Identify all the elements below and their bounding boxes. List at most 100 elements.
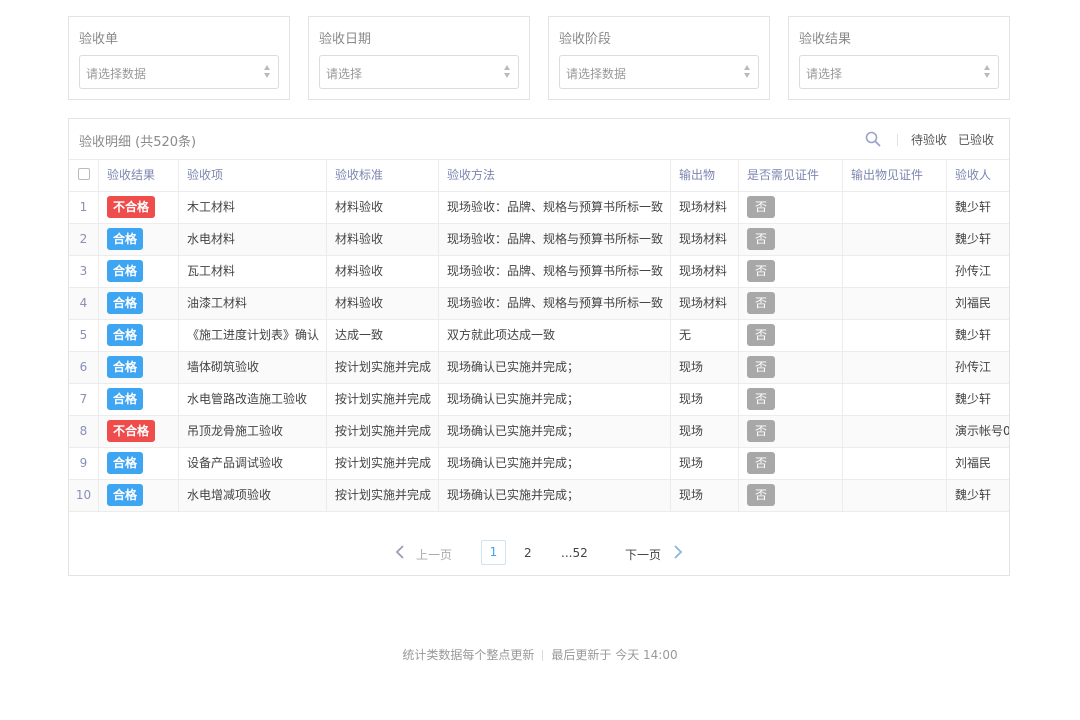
column-header-inspector[interactable]: 验收人 (947, 160, 1009, 192)
item-cell: 油漆工材料 (179, 288, 327, 320)
needs-cert-badge: 否 (747, 355, 775, 378)
needs-cert-badge: 否 (747, 291, 775, 314)
filter-label: 验收阶段 (559, 32, 612, 47)
output-cert-cell (843, 224, 947, 256)
method-cell: 现场验收：品牌、规格与预算书所标一致 (439, 288, 671, 320)
item-cell: 吊顶龙骨施工验收 (179, 416, 327, 448)
method-cell: 现场确认已实施并完成； (439, 448, 671, 480)
inspector-cell: 魏少轩 (947, 320, 1009, 352)
table-row[interactable]: 7 合格 水电管路改造施工验收 按计划实施并完成 现场确认已实施并完成； 现场否 魏少轩 (69, 384, 1009, 416)
chevron-left-icon[interactable] (395, 545, 405, 559)
standard-cell: 材料验收 (327, 192, 439, 224)
output-cell: 现场 (671, 480, 739, 512)
next-page-button[interactable]: 下一页 (625, 546, 661, 563)
inspector-cell: 魏少轩 (947, 480, 1009, 512)
inspector-cell: 魏少轩 (947, 192, 1009, 224)
needs-cert-cell: 否 (739, 384, 843, 416)
item-cell: 水电管路改造施工验收 (179, 384, 327, 416)
filter-acceptance-date: 验收日期 请选择 (308, 16, 530, 100)
header-select-cell (69, 160, 99, 192)
output-cell: 现场 (671, 352, 739, 384)
filter-acceptance-order: 验收单 请选择数据 (68, 16, 290, 100)
status-badge: 不合格 (107, 195, 156, 218)
acceptance-result-select[interactable]: 请选择 (799, 55, 999, 89)
table-row[interactable]: 6 合格 墙体砌筑验收 按计划实施并完成 现场确认已实施并完成； 现场否 孙传江 (69, 352, 1009, 384)
status-badge: 合格 (107, 227, 144, 250)
inspector-cell: 刘福民 (947, 288, 1009, 320)
search-icon[interactable] (865, 131, 881, 147)
footer-note: 统计类数据每个整点更新 (402, 648, 535, 662)
updown-arrows-icon (744, 64, 752, 80)
column-header-output-cert[interactable]: 输出物见证件 (843, 160, 947, 192)
method-cell: 现场确认已实施并完成； (439, 480, 671, 512)
pagination: 上一页 1 2 ...52 下一页 (69, 531, 1009, 575)
prev-page-button[interactable]: 上一页 (416, 546, 452, 563)
needs-cert-badge: 否 (747, 483, 775, 506)
table-row[interactable]: 5 合格 《施工进度计划表》确认 达成一致 双方就此项达成一致无否 魏少轩 (69, 320, 1009, 352)
column-header-output[interactable]: 输出物 (671, 160, 739, 192)
column-header-needs-cert[interactable]: 是否需见证件 (739, 160, 843, 192)
column-header-method[interactable]: 验收方法 (439, 160, 671, 192)
page-2-button[interactable]: 2 (524, 546, 532, 560)
row-index: 3 (69, 256, 99, 288)
chevron-right-icon[interactable] (673, 545, 683, 559)
output-cell: 现场材料 (671, 256, 739, 288)
table-row[interactable]: 8 不合格 吊顶龙骨施工验收 按计划实施并完成 现场确认已实施并完成； 现场否 演示帐号0 (69, 416, 1009, 448)
method-cell: 现场确认已实施并完成； (439, 352, 671, 384)
filter-acceptance-stage: 验收阶段 请选择数据 (548, 16, 770, 100)
needs-cert-cell: 否 (739, 192, 843, 224)
item-cell: 瓦工材料 (179, 256, 327, 288)
table-row[interactable]: 4 合格 油漆工材料 材料验收 现场验收：品牌、规格与预算书所标一致 现场材料否 刘福民 (69, 288, 1009, 320)
output-cert-cell (843, 384, 947, 416)
panel-header: 验收明细 (共520条) 待验收 已验收 (69, 119, 1009, 160)
output-cell: 现场材料 (671, 288, 739, 320)
filter-label: 验收单 (79, 32, 119, 47)
acceptance-stage-select[interactable]: 请选择数据 (559, 55, 759, 89)
item-cell: 木工材料 (179, 192, 327, 224)
needs-cert-cell: 否 (739, 256, 843, 288)
status-badge: 合格 (107, 483, 144, 506)
needs-cert-badge: 否 (747, 227, 775, 250)
table-row[interactable]: 9 合格 设备产品调试验收 按计划实施并完成 现场确认已实施并完成； 现场否 刘福民 (69, 448, 1009, 480)
panel-title: 验收明细 (共520条) (79, 135, 197, 150)
output-cell: 现场材料 (671, 224, 739, 256)
row-index: 1 (69, 192, 99, 224)
updown-arrows-icon (984, 64, 992, 80)
result-cell: 合格 (99, 288, 179, 320)
status-badge: 合格 (107, 291, 144, 314)
method-cell: 现场确认已实施并完成； (439, 384, 671, 416)
output-cell: 现场 (671, 448, 739, 480)
result-cell: 合格 (99, 384, 179, 416)
table-row[interactable]: 1 不合格 木工材料 材料验收 现场验收：品牌、规格与预算书所标一致 现场材料否 魏少轩 (69, 192, 1009, 224)
column-header-result[interactable]: 验收结果 (99, 160, 179, 192)
needs-cert-cell: 否 (739, 416, 843, 448)
acceptance-detail-panel: 验收明细 (共520条) 待验收 已验收 验收结果 验收项 验收标准 验收方法 输出物是… (68, 118, 1010, 576)
updown-arrows-icon (504, 64, 512, 80)
output-cert-cell (843, 320, 947, 352)
page-1-button[interactable]: 1 (481, 540, 506, 565)
tab-done[interactable]: 已验收 (958, 131, 994, 148)
inspector-cell: 魏少轩 (947, 384, 1009, 416)
needs-cert-cell: 否 (739, 480, 843, 512)
table-row[interactable]: 2 合格 水电材料 材料验收 现场验收：品牌、规格与预算书所标一致 现场材料否 魏少轩 (69, 224, 1009, 256)
acceptance-order-select[interactable]: 请选择数据 (79, 55, 279, 89)
needs-cert-cell: 否 (739, 352, 843, 384)
page-last-button[interactable]: ...52 (561, 546, 588, 560)
select-all-checkbox[interactable] (78, 168, 90, 180)
column-header-standard[interactable]: 验收标准 (327, 160, 439, 192)
status-badge: 合格 (107, 355, 144, 378)
result-cell: 合格 (99, 352, 179, 384)
filter-label: 验收结果 (799, 32, 852, 47)
result-cell: 合格 (99, 224, 179, 256)
result-cell: 不合格 (99, 192, 179, 224)
status-badge: 合格 (107, 323, 144, 346)
result-cell: 合格 (99, 256, 179, 288)
table-row[interactable]: 3 合格 瓦工材料 材料验收 现场验收：品牌、规格与预算书所标一致 现场材料否 孙传江 (69, 256, 1009, 288)
acceptance-date-select[interactable]: 请选择 (319, 55, 519, 89)
table-row[interactable]: 10 合格 水电增减项验收 按计划实施并完成 现场确认已实施并完成； 现场否 魏少轩 (69, 480, 1009, 512)
select-placeholder: 请选择 (806, 67, 843, 81)
column-header-item[interactable]: 验收项 (179, 160, 327, 192)
row-index: 7 (69, 384, 99, 416)
tab-pending[interactable]: 待验收 (911, 131, 947, 148)
divider (897, 134, 898, 146)
